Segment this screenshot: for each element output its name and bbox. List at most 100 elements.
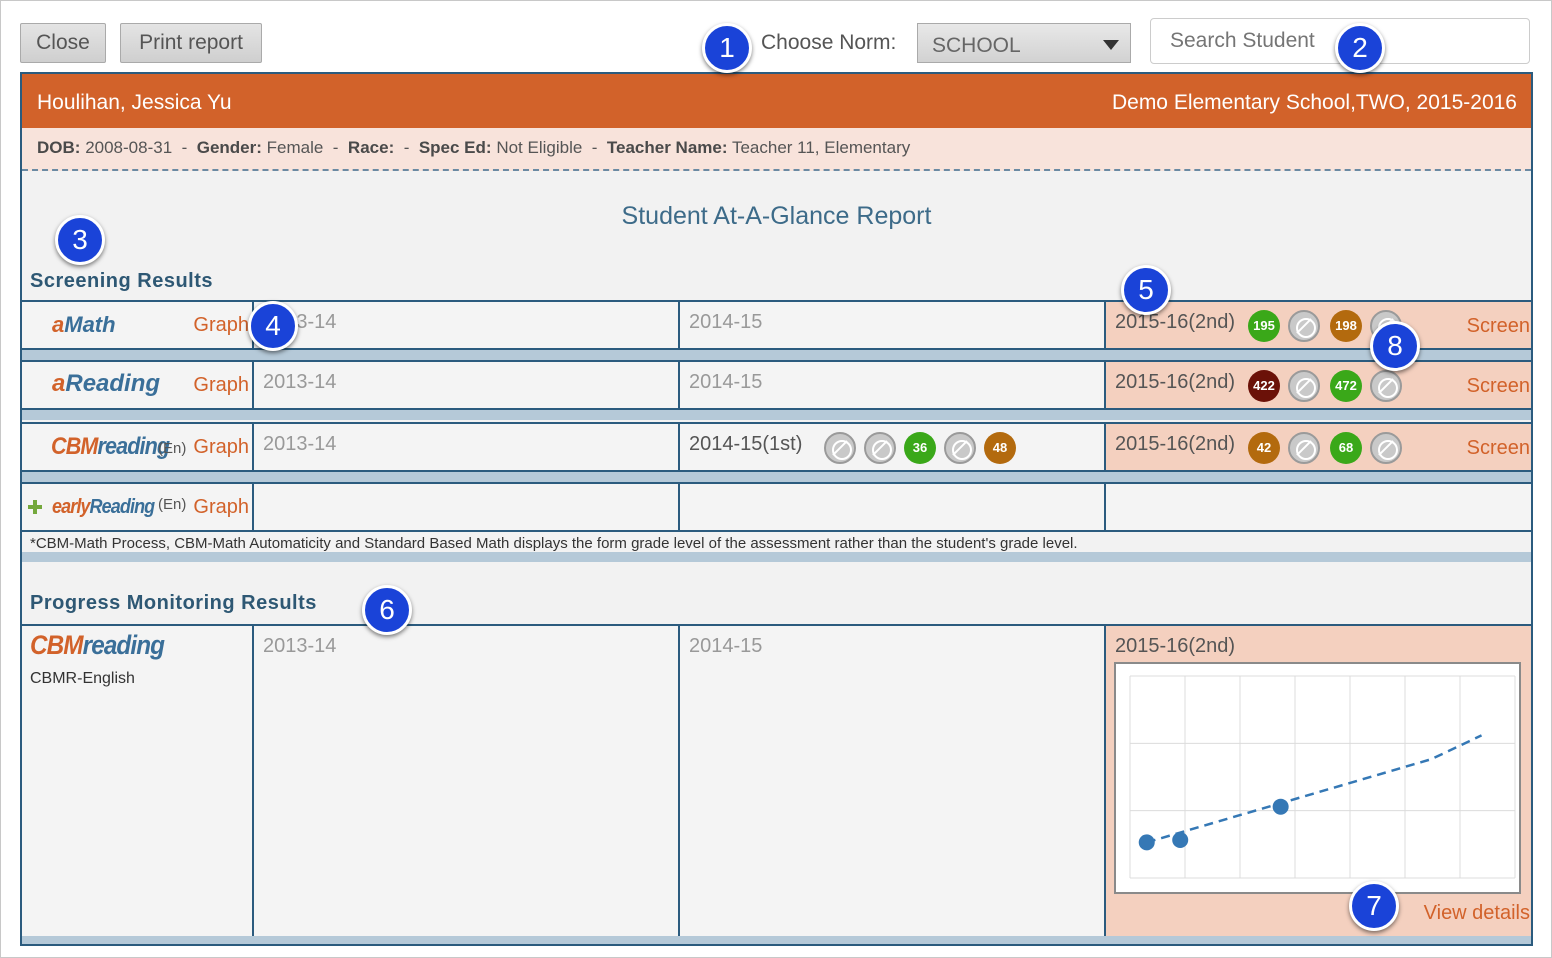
graph-link[interactable]: Graph <box>193 374 249 397</box>
assessment-cell: CBMreading (En) Graph <box>22 424 254 470</box>
gender-value: Female <box>266 138 324 157</box>
score-badge[interactable]: 48 <box>984 432 1016 464</box>
year-cell: 2014-15(1st) 36 48 <box>678 424 1105 470</box>
amath-logo: aMath <box>52 312 116 337</box>
assessment-cell: earlyReading (En) Graph <box>22 484 254 530</box>
year-label: 2013-14 <box>263 433 337 455</box>
print-report-button[interactable]: Print report <box>120 23 262 63</box>
separator: - <box>403 138 410 157</box>
language-label: (En) <box>158 496 187 513</box>
norm-select[interactable]: SCHOOL <box>917 23 1131 63</box>
progress-chart-svg <box>1129 675 1516 879</box>
screening-row-cbmreading: CBMreading (En) Graph 2013-14 2014-15(1s… <box>22 422 1531 472</box>
row-separator <box>22 472 1531 482</box>
student-info-bar: DOB: 2008-08-31 - Gender: Female - Race:… <box>22 128 1531 171</box>
chevron-down-icon <box>1103 40 1119 50</box>
year-label: 2015-16(2nd) <box>1115 311 1236 333</box>
annotation-marker: 1 <box>702 23 752 73</box>
year-cell: 2013-14 <box>252 626 679 936</box>
score-badge[interactable]: 472 <box>1330 370 1362 402</box>
race-label: Race: <box>347 138 395 157</box>
annotation-marker: 3 <box>55 215 105 265</box>
score-badge[interactable]: 68 <box>1330 432 1362 464</box>
chart-point <box>1172 831 1189 848</box>
annotation-marker: 7 <box>1349 881 1399 931</box>
score-badge[interactable]: 36 <box>904 432 936 464</box>
not-assessed-icon <box>1288 310 1320 342</box>
year-cell <box>1104 484 1531 530</box>
separator: - <box>332 138 339 157</box>
screen-link[interactable]: Screen <box>1467 315 1530 338</box>
year-cell: 2014-15 <box>678 302 1105 348</box>
graph-link[interactable]: Graph <box>193 496 249 519</box>
cbmreading-logo: CBMreading <box>30 630 165 660</box>
score-badge[interactable]: 198 <box>1330 310 1362 342</box>
graph-link[interactable]: Graph <box>193 436 249 459</box>
year-cell-current: 2015-16(2nd) 422 472 Screen <box>1104 362 1531 408</box>
year-label: 2013-14 <box>263 635 337 657</box>
areading-logo: aReading <box>52 370 161 397</box>
spec-ed-value: Not Eligible <box>496 138 583 157</box>
year-cell: 2014-15 <box>678 362 1105 408</box>
annotation-marker: 4 <box>248 301 298 351</box>
chart-point <box>1138 834 1155 851</box>
view-details-link[interactable]: View details <box>1424 902 1530 925</box>
score-badge[interactable]: 42 <box>1248 432 1280 464</box>
year-label: 2014-15 <box>689 311 763 333</box>
screen-link[interactable]: Screen <box>1467 375 1530 398</box>
student-header: Houlihan, Jessica Yu Demo Elementary Sch… <box>22 74 1531 128</box>
annotation-marker: 8 <box>1370 321 1420 371</box>
plus-icon[interactable] <box>28 500 42 514</box>
bottom-strip <box>22 936 1531 944</box>
assessment-cell: aMath Graph <box>22 302 254 348</box>
annotation-marker: 2 <box>1335 23 1385 73</box>
annotation-marker: 6 <box>362 585 412 635</box>
year-cell: 2013-14 <box>252 424 679 470</box>
dob-label: DOB: <box>37 138 81 157</box>
year-cell <box>678 484 1105 530</box>
year-cell-current: 2015-16(2nd) 195 198 Screen <box>1104 302 1531 348</box>
screening-row-areading: aReading Graph 2013-14 2014-15 2015-16(2… <box>22 360 1531 410</box>
year-cell-current: 2015-16(2nd) 42 68 Screen <box>1104 424 1531 470</box>
choose-norm-label: Choose Norm: <box>761 31 897 54</box>
screening-footnote: *CBM-Math Process, CBM-Math Automaticity… <box>30 535 1078 552</box>
teacher-label: Teacher Name: <box>606 138 728 157</box>
score-badge[interactable]: 195 <box>1248 310 1280 342</box>
row-separator <box>22 410 1531 420</box>
progress-chart[interactable] <box>1114 662 1521 894</box>
year-cell <box>252 484 679 530</box>
chart-trend-line <box>1146 734 1483 844</box>
cbmreading-logo: CBMreading <box>51 433 170 460</box>
not-assessed-icon <box>864 432 896 464</box>
progress-monitoring-row: CBMreading CBMR-English 2013-14 2014-15 … <box>22 624 1531 936</box>
school-info: Demo Elementary School,TWO, 2015-2016 <box>1111 91 1517 114</box>
year-label: 2014-15 <box>689 635 763 657</box>
annotation-marker: 5 <box>1121 265 1171 315</box>
separator: - <box>181 138 188 157</box>
report-panel: Houlihan, Jessica Yu Demo Elementary Sch… <box>20 72 1533 946</box>
not-assessed-icon <box>1370 370 1402 402</box>
screen-link[interactable]: Screen <box>1467 437 1530 460</box>
year-label: 2015-16(2nd) <box>1115 371 1236 393</box>
spec-ed-label: Spec Ed: <box>418 138 492 157</box>
teacher-value: Teacher 11, Elementary <box>731 138 911 157</box>
year-cell: 2013-14 <box>252 362 679 408</box>
language-label: (En) <box>158 440 187 457</box>
app-frame: Close Print report Choose Norm: SCHOOL H… <box>0 0 1552 958</box>
screening-results-heading: Screening Results <box>30 270 214 292</box>
not-assessed-icon <box>1370 432 1402 464</box>
year-label: 2014-15 <box>689 371 763 393</box>
report-title: Student At-A-Glance Report <box>621 202 932 230</box>
year-label: 2015-16(2nd) <box>1115 433 1236 455</box>
row-separator <box>22 552 1531 562</box>
progress-monitoring-heading: Progress Monitoring Results <box>30 592 317 614</box>
not-assessed-icon <box>944 432 976 464</box>
graph-link[interactable]: Graph <box>193 314 249 337</box>
assessment-cell: CBMreading CBMR-English <box>22 626 254 936</box>
score-badge[interactable]: 422 <box>1248 370 1280 402</box>
not-assessed-icon <box>824 432 856 464</box>
close-button[interactable]: Close <box>20 23 106 63</box>
year-cell-current: 2015-16(2nd) View details <box>1104 626 1531 936</box>
year-label: 2013-14 <box>263 371 337 393</box>
norm-select-value: SCHOOL <box>932 34 1021 57</box>
